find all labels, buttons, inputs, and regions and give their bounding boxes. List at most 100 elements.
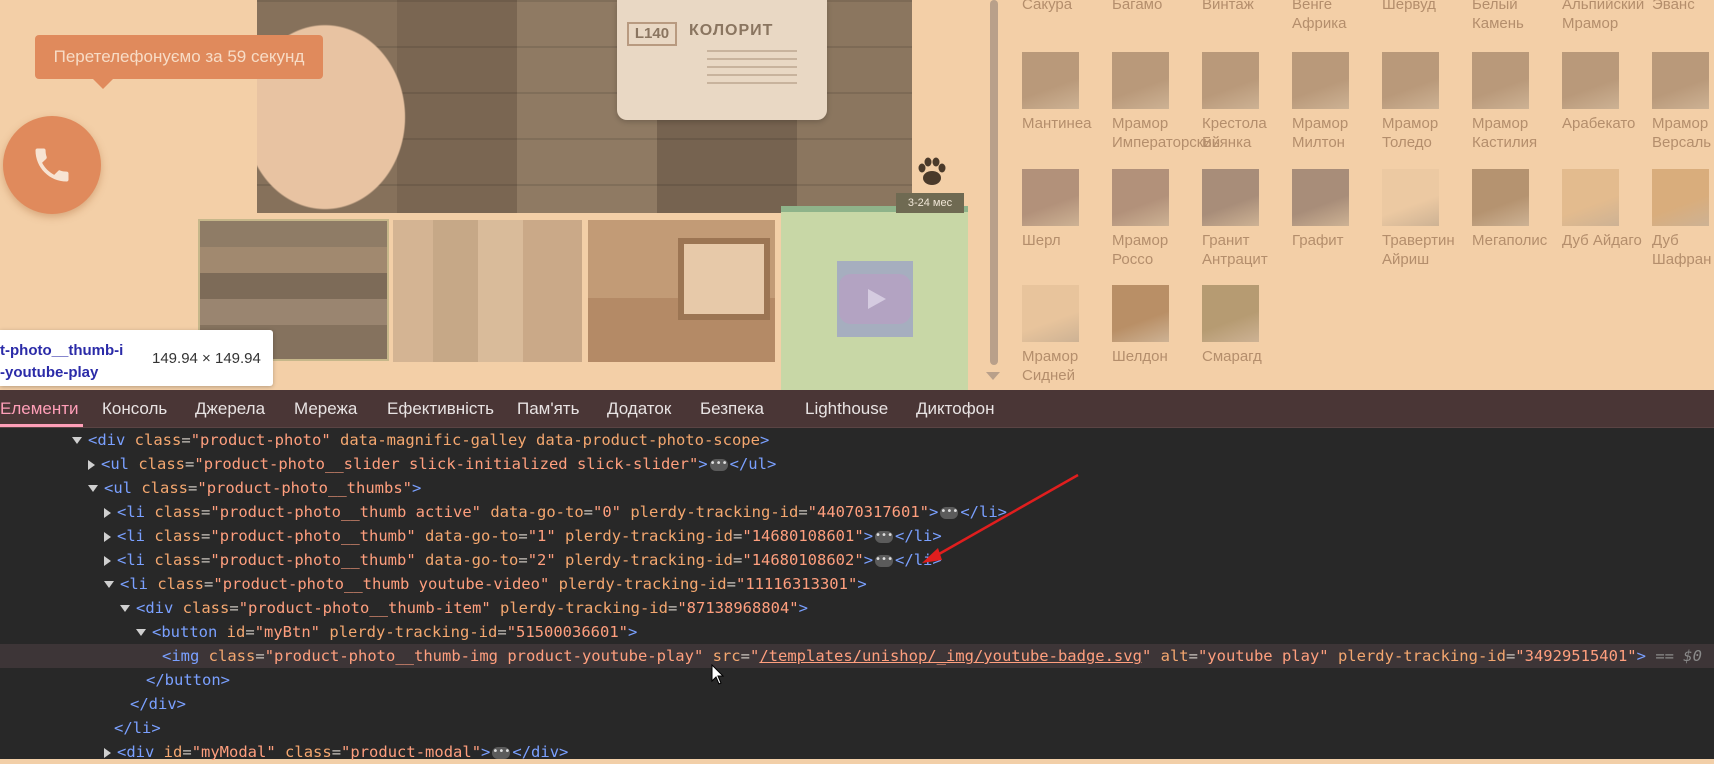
dom-node[interactable]: </div> [0, 692, 1714, 716]
swatch-item[interactable]: Мрамор Сидней [1022, 285, 1112, 385]
swatch-item[interactable]: Мрамор Кастилия [1472, 52, 1562, 152]
swatch-image[interactable] [1472, 52, 1529, 109]
swatch-item[interactable]: Графит [1292, 169, 1382, 250]
swatch-image[interactable] [1652, 169, 1709, 226]
tab-security[interactable]: Безпека [700, 390, 764, 427]
swatch-item[interactable]: Сакура [1022, 0, 1112, 14]
expand-triangle-icon[interactable] [88, 459, 95, 470]
swatch-item[interactable]: Мрамор Милтон [1292, 52, 1382, 152]
swatch-image[interactable] [1112, 169, 1169, 226]
dom-node[interactable]: <li class="product-photo__thumb" data-go… [0, 524, 1714, 548]
tab-network[interactable]: Мережа [294, 390, 357, 427]
collapse-triangle-icon[interactable] [72, 437, 82, 444]
play-icon[interactable] [839, 274, 911, 324]
dom-node[interactable]: <div id="myModal" class="product-modal">… [0, 740, 1714, 764]
phone-icon [35, 148, 69, 182]
swatch-item[interactable]: Венге Африка [1292, 0, 1382, 33]
ellipsis-icon[interactable]: ••• [492, 746, 510, 759]
swatch-item[interactable]: Мантинеа [1022, 52, 1112, 133]
dom-node[interactable]: <ul class="product-photo__thumbs"> [0, 476, 1714, 500]
dom-node[interactable]: <ul class="product-photo__slider slick-i… [0, 452, 1714, 476]
swatch-image[interactable] [1202, 169, 1259, 226]
product-thumb[interactable] [588, 220, 775, 362]
swatch-label: Альпийский Мрамор [1562, 0, 1645, 32]
tab-sources[interactable]: Джерела [195, 390, 265, 427]
collapse-triangle-icon[interactable] [88, 485, 98, 492]
swatch-image[interactable] [1652, 52, 1709, 109]
swatch-image[interactable] [1112, 285, 1169, 342]
swatch-item[interactable]: Багамо [1112, 0, 1202, 14]
collapse-triangle-icon[interactable] [120, 605, 130, 612]
dom-node[interactable]: <div class="product-photo__thumb-item" p… [0, 596, 1714, 620]
mouse-cursor-icon [711, 664, 725, 685]
tab-recorder[interactable]: Диктофон [916, 390, 995, 427]
tab-performance[interactable]: Ефективність [387, 390, 494, 427]
expand-triangle-icon[interactable] [104, 747, 111, 758]
ellipsis-icon[interactable]: ••• [709, 458, 728, 471]
swatch-image[interactable] [1292, 169, 1349, 226]
dom-node[interactable]: <button id="myBtn" plerdy-tracking-id="5… [0, 620, 1714, 644]
paw-icon [918, 157, 946, 185]
swatch-image[interactable] [1382, 169, 1439, 226]
tab-lighthouse[interactable]: Lighthouse [805, 390, 888, 427]
tab-memory[interactable]: Пам'ять [517, 390, 579, 427]
swatch-item[interactable]: Смарагд [1202, 285, 1292, 366]
collapse-triangle-icon[interactable] [104, 581, 114, 588]
swatch-item[interactable]: Крестола Бьянка [1202, 52, 1292, 152]
product-thumb[interactable] [393, 220, 582, 362]
swatch-item[interactable]: Мрамор Императорский [1112, 52, 1220, 152]
swatch-item[interactable]: Белый Камень [1472, 0, 1562, 33]
main-product-photo[interactable]: L140 КОЛОРИТ [257, 0, 912, 213]
swatch-item[interactable]: Шелдон [1112, 285, 1202, 366]
swatch-label: Винтаж [1202, 0, 1254, 13]
swatch-item[interactable]: Мрамор Россо [1112, 169, 1202, 269]
swatch-item[interactable]: Шерл [1022, 169, 1112, 250]
swatch-item[interactable]: Мрамор Версаль [1652, 52, 1714, 152]
expand-triangle-icon[interactable] [104, 531, 111, 542]
swatch-item[interactable]: Гранит Антрацит [1202, 169, 1292, 269]
swatch-label: Мрамор Версаль [1652, 115, 1712, 151]
ellipsis-icon[interactable]: ••• [875, 530, 893, 543]
swatch-image[interactable] [1382, 52, 1439, 109]
youtube-video-thumb[interactable] [781, 206, 968, 390]
dom-node[interactable]: <li class="product-photo__thumb active" … [0, 500, 1714, 524]
tab-elements[interactable]: Елементи [0, 390, 79, 427]
swatch-item[interactable]: Эванс [1652, 0, 1714, 14]
dom-node[interactable]: <li class="product-photo__thumb" data-go… [0, 548, 1714, 572]
swatch-image[interactable] [1022, 52, 1079, 109]
expand-triangle-icon[interactable] [104, 555, 111, 566]
swatch-item[interactable]: Травертин Айриш [1382, 169, 1472, 269]
swatch-item[interactable]: Мрамор Толедо [1382, 52, 1472, 152]
swatch-item[interactable]: Шервуд [1382, 0, 1472, 14]
swatch-item[interactable]: Винтаж [1202, 0, 1292, 14]
swatch-item[interactable]: Мегаполис [1472, 169, 1562, 250]
scroll-down-arrow-icon[interactable] [986, 372, 1000, 380]
ellipsis-icon[interactable]: ••• [875, 554, 893, 567]
call-button[interactable] [3, 116, 101, 214]
swatch-image[interactable] [1022, 169, 1079, 226]
dom-node[interactable]: <div class="product-photo" data-magnific… [0, 428, 1714, 452]
dom-node[interactable]: </button> [0, 668, 1714, 692]
swatch-scrollbar-thumb[interactable] [990, 0, 998, 365]
swatch-image[interactable] [1472, 169, 1529, 226]
swatch-image[interactable] [1112, 52, 1169, 109]
ellipsis-icon[interactable]: ••• [940, 506, 958, 519]
collapse-triangle-icon[interactable] [136, 629, 146, 636]
swatch-image[interactable] [1022, 285, 1079, 342]
tab-console[interactable]: Консоль [102, 390, 167, 427]
swatch-image[interactable] [1562, 52, 1619, 109]
swatch-image[interactable] [1292, 52, 1349, 109]
callback-bubble[interactable]: Перетелефонуємо за 59 секунд [35, 35, 323, 89]
swatch-item[interactable]: Дуб Айдаго [1562, 169, 1652, 250]
swatch-image[interactable] [1202, 52, 1259, 109]
swatch-image[interactable] [1562, 169, 1619, 226]
dom-node[interactable]: <li class="product-photo__thumb youtube-… [0, 572, 1714, 596]
swatch-item[interactable]: Арабекато [1562, 52, 1652, 133]
swatch-image[interactable] [1202, 285, 1259, 342]
tab-application[interactable]: Додаток [607, 390, 671, 427]
swatch-item[interactable]: Альпийский Мрамор [1562, 0, 1652, 33]
swatch-item[interactable]: Дуб Шафран [1652, 169, 1714, 269]
dom-node-selected[interactable]: <img class="product-photo__thumb-img pro… [0, 644, 1714, 668]
dom-node[interactable]: </li> [0, 716, 1714, 740]
expand-triangle-icon[interactable] [104, 507, 111, 518]
